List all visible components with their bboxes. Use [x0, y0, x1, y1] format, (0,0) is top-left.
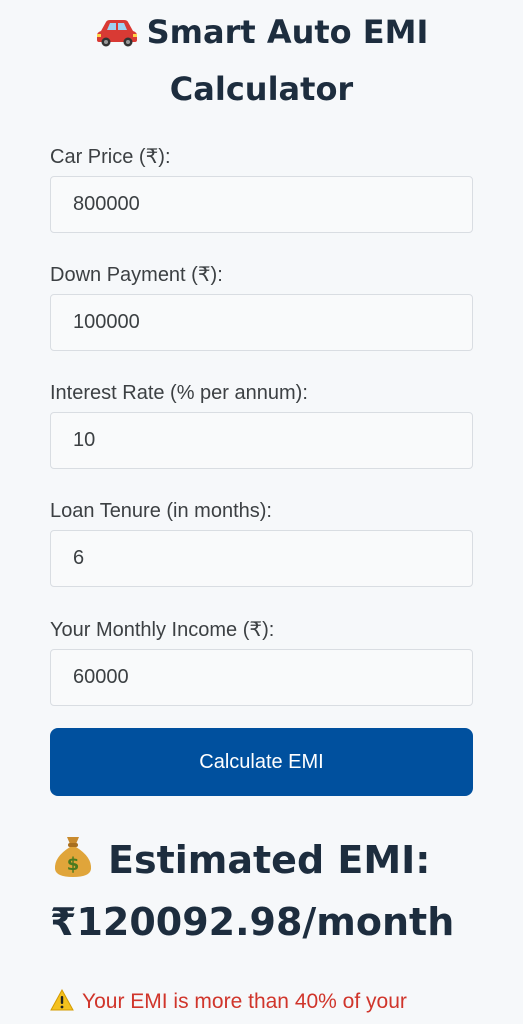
car-icon — [95, 10, 139, 63]
car-price-input[interactable] — [50, 176, 473, 233]
page-title: Smart Auto EMI Calculator — [0, 6, 523, 116]
warning-text: Your EMI is more than 40% of your — [82, 990, 407, 1013]
emi-result-value: ₹120092.98/month — [50, 900, 455, 944]
calculate-emi-button[interactable]: Calculate EMI — [50, 728, 473, 796]
monthly-income-input[interactable] — [50, 649, 473, 706]
down-payment-input[interactable] — [50, 294, 473, 351]
loan-tenure-input[interactable] — [50, 530, 473, 587]
svg-text:$: $ — [67, 854, 80, 875]
emi-warning-message: Your EMI is more than 40% of your — [50, 988, 407, 1019]
money-bag-icon: $ — [50, 833, 96, 896]
result-title: $ Estimated EMI: — [50, 830, 430, 896]
loan-tenure-label: Loan Tenure (in months): — [50, 500, 272, 522]
emi-calculator-app: Smart Auto EMI Calculator Car Price (₹):… — [0, 0, 523, 1024]
result-title-text: Estimated EMI: — [108, 838, 431, 882]
monthly-income-label: Your Monthly Income (₹): — [50, 619, 275, 641]
interest-rate-label: Interest Rate (% per annum): — [50, 382, 308, 404]
interest-rate-input[interactable] — [50, 412, 473, 469]
down-payment-label: Down Payment (₹): — [50, 264, 223, 286]
page-title-text: Smart Auto EMI Calculator — [146, 13, 429, 108]
warning-icon — [50, 988, 74, 1019]
car-price-label: Car Price (₹): — [50, 146, 171, 168]
